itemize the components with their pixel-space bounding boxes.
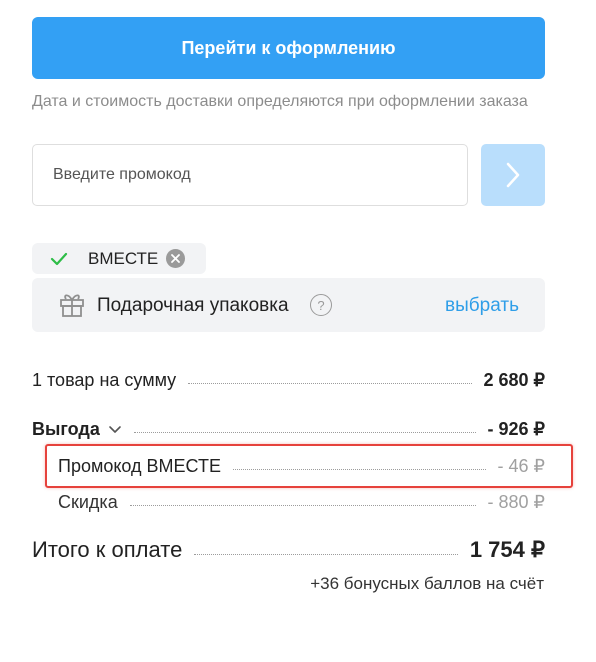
promo-discount-value: - 46 ₽ <box>497 456 545 476</box>
dotted-leader <box>129 505 476 506</box>
promo-code-input[interactable] <box>32 144 468 206</box>
gift-icon <box>60 294 84 317</box>
dotted-leader <box>188 383 472 384</box>
chevron-right-icon <box>506 162 520 188</box>
grand-total-label: Итого к оплате <box>32 537 183 562</box>
check-icon <box>50 252 68 265</box>
items-total-value: 2 680 ₽ <box>483 370 546 390</box>
benefit-label-group[interactable]: Выгода <box>32 419 122 440</box>
chevron-down-icon[interactable] <box>108 425 122 435</box>
promo-discount-row: Промокод ВМЕСТЕ - 46 ₽ <box>58 456 545 477</box>
grand-total-row: Итого к оплате 1 754 ₽ <box>32 537 545 563</box>
discount-row: Скидка - 880 ₽ <box>58 492 545 513</box>
dotted-leader <box>232 469 486 470</box>
grand-total-value: 1 754 ₽ <box>469 537 545 562</box>
gift-wrap-select-link[interactable]: выбрать <box>445 295 519 317</box>
discount-value: - 880 ₽ <box>487 492 545 512</box>
gift-wrap-label: Подарочная упаковка <box>97 295 289 316</box>
dotted-leader <box>133 432 476 433</box>
benefit-row[interactable]: Выгода - 926 ₽ <box>32 419 545 440</box>
gift-wrap-panel: Подарочная упаковка ? выбрать <box>32 278 545 332</box>
help-icon[interactable]: ? <box>310 294 332 316</box>
promo-discount-label: Промокод ВМЕСТЕ <box>58 456 221 476</box>
benefit-label: Выгода <box>32 419 100 439</box>
bonus-points-note: +36 бонусных баллов на счёт <box>310 574 544 593</box>
items-total-label: 1 товар на сумму <box>32 370 177 390</box>
dotted-leader <box>194 554 458 555</box>
promo-submit-button[interactable] <box>481 144 545 206</box>
delivery-note: Дата и стоимость доставки определяются п… <box>32 93 528 110</box>
checkout-button[interactable]: Перейти к оформлению <box>32 17 545 79</box>
benefit-value: - 926 ₽ <box>487 419 545 439</box>
items-total-row: 1 товар на сумму 2 680 ₽ <box>32 370 545 391</box>
remove-promo-icon[interactable] <box>166 249 186 268</box>
applied-promo-code: ВМЕСТЕ <box>88 248 159 268</box>
discount-label: Скидка <box>58 492 118 512</box>
applied-promo-chip: ВМЕСТЕ <box>32 243 206 274</box>
